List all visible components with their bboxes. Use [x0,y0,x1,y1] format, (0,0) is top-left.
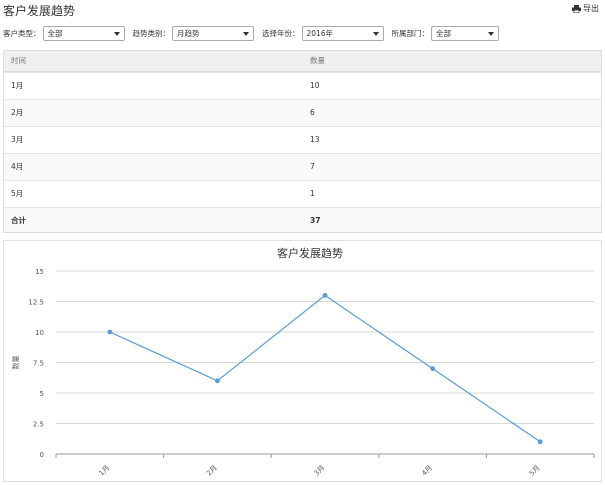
x-tick-label: 5月 [528,464,542,478]
cell-count: 7 [310,162,315,171]
page-title: 客户发展趋势 [3,4,76,18]
line-chart: 客户发展趋势 0 2.5 5 7.5 10 12.5 15 数量 1月 2月 3月 4月 5月 [11,246,595,478]
customer-type-select[interactable]: 全部 [42,25,125,41]
cell-time: 5月 [11,189,24,198]
x-tick-label: 3月 [313,464,327,478]
cell-count: 1 [310,189,315,198]
year-select[interactable]: 2016年 [301,25,384,41]
y-tick-label: 7.5 [33,360,44,368]
y-tick-label: 5 [40,390,44,398]
trend-type-select[interactable]: 月趋势 [172,25,254,41]
data-point [107,329,113,335]
x-tick-label: 1月 [97,464,111,478]
chevron-down-icon [113,31,120,36]
y-tick-label: 12.5 [28,299,44,307]
select-value: 2016年 [306,28,334,38]
data-point [537,439,543,445]
y-tick-label: 10 [35,329,44,337]
chevron-down-icon [243,31,249,36]
filter-department: 所属部门： 全部 [391,25,499,41]
cell-total-value: 37 [310,216,321,225]
chart-panel: 客户发展趋势 0 2.5 5 7.5 10 12.5 15 数量 1月 2月 3月 4月 5月 [3,240,602,482]
filter-year: 选择年份： 2016年 [262,25,384,41]
department-select[interactable]: 全部 [431,25,499,41]
select-value: 全部 [436,28,451,38]
export-label: 导出 [583,4,599,13]
chevron-down-icon [372,31,379,36]
table-total-row: 合计 37 [4,207,601,232]
filter-label: 所属部门： [391,28,430,38]
filter-bar: 客户类型： 全部 趋势类别： 月趋势 选择年份： 2016年 所属部门： 全部 [3,25,507,41]
series-line [109,294,541,443]
column-header-count: 数量 [310,56,325,65]
column-header-time: 时间 [11,56,26,65]
data-point [215,378,220,384]
chart-title: 客户发展趋势 [277,246,343,260]
table-row: 1月 10 [4,72,601,99]
select-value: 月趋势 [177,28,200,38]
data-point [322,293,328,298]
select-value: 全部 [47,28,63,38]
y-tick-label: 0 [40,451,44,459]
table-row: 3月 13 [4,126,601,153]
x-tick-label: 4月 [420,464,434,478]
table-header-row: 时间 数量 [4,51,601,72]
data-point [430,366,435,371]
cell-count: 13 [310,135,320,144]
chevron-down-icon [488,31,494,36]
table-row: 4月 7 [4,153,601,180]
cell-time: 3月 [11,135,24,144]
table-row: 2月 6 [4,99,601,126]
y-tick-label: 15 [35,268,44,276]
y-tick-label: 2.5 [33,421,44,429]
filter-label: 选择年份： [262,28,300,38]
cell-count: 10 [310,81,320,90]
y-axis-label: 数量 [11,356,20,370]
table-row: 5月 1 [4,180,601,207]
export-button[interactable]: 导出 [572,3,599,14]
filter-label: 客户类型： [3,28,41,38]
printer-icon [572,4,581,13]
cell-time: 2月 [11,108,24,117]
filter-trend-type: 趋势类别： 月趋势 [132,25,254,41]
cell-time: 1月 [11,81,24,90]
cell-time: 4月 [11,162,24,171]
x-tick-label: 2月 [205,464,219,478]
data-table: 时间 数量 1月 10 2月 6 3月 13 4月 7 5月 1 合计 37 [3,50,602,233]
filter-customer-type: 客户类型： 全部 [3,25,125,41]
filter-label: 趋势类别： [132,28,171,38]
cell-total-label: 合计 [11,216,26,225]
cell-count: 6 [310,108,315,117]
